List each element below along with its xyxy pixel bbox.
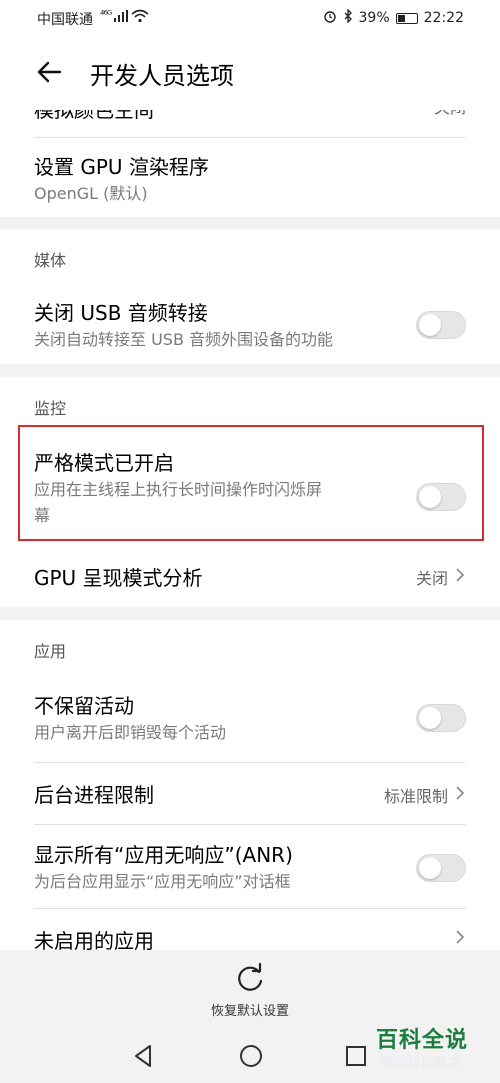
nav-home-icon[interactable] (238, 1043, 264, 1069)
strict-mode-toggle[interactable] (416, 483, 466, 511)
dont-keep-activities-toggle[interactable] (416, 704, 466, 732)
background-limit-title: 后台进程限制 (34, 783, 154, 807)
wifi-icon (131, 9, 149, 27)
show-anr-toggle[interactable] (416, 854, 466, 882)
inactive-apps-row[interactable]: 未启用的应用 (34, 909, 466, 950)
nav-back-icon[interactable] (131, 1043, 155, 1069)
show-anr-title: 显示所有“应用无响应”(ANR) (34, 843, 293, 867)
show-anr-subtitle: 为后台应用显示“应用无响应”对话框 (34, 872, 291, 891)
signal-icon (114, 10, 128, 26)
status-right: 39% 22:22 (323, 8, 464, 27)
gpu-renderer-value: OpenGL (默认) (34, 184, 148, 203)
bluetooth-icon (343, 8, 353, 27)
partial-setting-title: 模拟颜色空间 (34, 110, 154, 122)
gpu-renderer-title: 设置 GPU 渲染程序 (34, 155, 209, 179)
reset-icon[interactable] (233, 962, 267, 996)
inactive-apps-title: 未启用的应用 (34, 929, 154, 950)
card-apps: 应用 不保留活动 用户离开后即销毁每个活动 后台进程限制 标准限制 显示所有“应… (0, 620, 500, 950)
background-limit-row[interactable]: 后台进程限制 标准限制 (34, 763, 466, 823)
reset-defaults-bar: 恢复默认设置 (0, 950, 500, 1030)
strict-mode-subtitle-line2: 幕 (34, 506, 51, 525)
status-bar: 中国联通 ⁴⁶ᴳ 39% 22:22 (0, 0, 500, 36)
card-monitoring: 监控 严格模式已开启 应用在主线程上执行长时间操作时闪烁屏 幕 GPU 呈现模式… (0, 377, 500, 607)
chevron-right-icon (454, 785, 466, 801)
dont-keep-activities-subtitle: 用户离开后即销毁每个活动 (34, 723, 227, 742)
section-header-apps: 应用 (34, 642, 67, 661)
usb-audio-title: 关闭 USB 音频转接 (34, 301, 208, 325)
clock: 22:22 (423, 10, 464, 26)
page-title: 开发人员选项 (90, 62, 234, 90)
show-anr-row[interactable]: 显示所有“应用无响应”(ANR) 为后台应用显示“应用无响应”对话框 (34, 825, 466, 907)
strict-mode-row[interactable]: 严格模式已开启 应用在主线程上执行长时间操作时闪烁屏 幕 (34, 433, 466, 543)
dont-keep-activities-title: 不保留活动 (34, 694, 134, 718)
reset-defaults-button[interactable]: 恢复默认设置 (0, 1000, 500, 1019)
app-header: 开发人员选项 (0, 36, 500, 110)
battery-percent: 39% (358, 10, 390, 26)
chevron-right-icon (454, 929, 466, 945)
battery-icon (395, 12, 418, 24)
strict-mode-subtitle-line1: 应用在主线程上执行长时间操作时闪烁屏 (34, 480, 323, 499)
nav-recent-apps-icon[interactable] (344, 1044, 368, 1068)
settings-list[interactable]: 模拟颜色空间 关闭 设置 GPU 渲染程序 OpenGL (默认) 媒体 关闭 … (0, 110, 500, 950)
usb-audio-row[interactable]: 关闭 USB 音频转接 关闭自动转接至 USB 音频外围设备的功能 (34, 287, 466, 364)
card-media: 媒体 关闭 USB 音频转接 关闭自动转接至 USB 音频外围设备的功能 (0, 229, 500, 364)
dont-keep-activities-row[interactable]: 不保留活动 用户离开后即销毁每个活动 (34, 678, 466, 762)
watermark-logo: 百科全说 助你轻松解决 (376, 1022, 488, 1076)
chevron-right-icon (454, 567, 466, 583)
partial-setting-row[interactable]: 模拟颜色空间 关闭 (34, 110, 466, 122)
section-header-media: 媒体 (34, 251, 67, 270)
watermark-tagline: 助你轻松解决 (382, 1056, 461, 1071)
gpu-renderer-row[interactable]: 设置 GPU 渲染程序 OpenGL (默认) (34, 138, 466, 216)
back-arrow-icon[interactable] (34, 56, 66, 88)
usb-audio-subtitle: 关闭自动转接至 USB 音频外围设备的功能 (34, 330, 334, 349)
gpu-profile-value: 关闭 (415, 569, 448, 588)
background-limit-value: 标准限制 (383, 787, 448, 806)
card-drawing: 模拟颜色空间 关闭 设置 GPU 渲染程序 OpenGL (默认) (0, 110, 500, 217)
carrier-label: 中国联通 (37, 12, 93, 28)
strict-mode-title: 严格模式已开启 (34, 451, 174, 475)
watermark-title: 百科全说 (376, 1028, 469, 1053)
network-type: ⁴⁶ᴳ (100, 8, 112, 21)
partial-setting-value: 关闭 (434, 110, 466, 118)
usb-audio-toggle[interactable] (416, 311, 466, 339)
alarm-icon (323, 9, 337, 27)
gpu-profile-title: GPU 呈现模式分析 (34, 566, 203, 590)
section-header-monitoring: 监控 (34, 399, 67, 418)
gpu-profile-row[interactable]: GPU 呈现模式分析 关闭 (34, 545, 466, 607)
